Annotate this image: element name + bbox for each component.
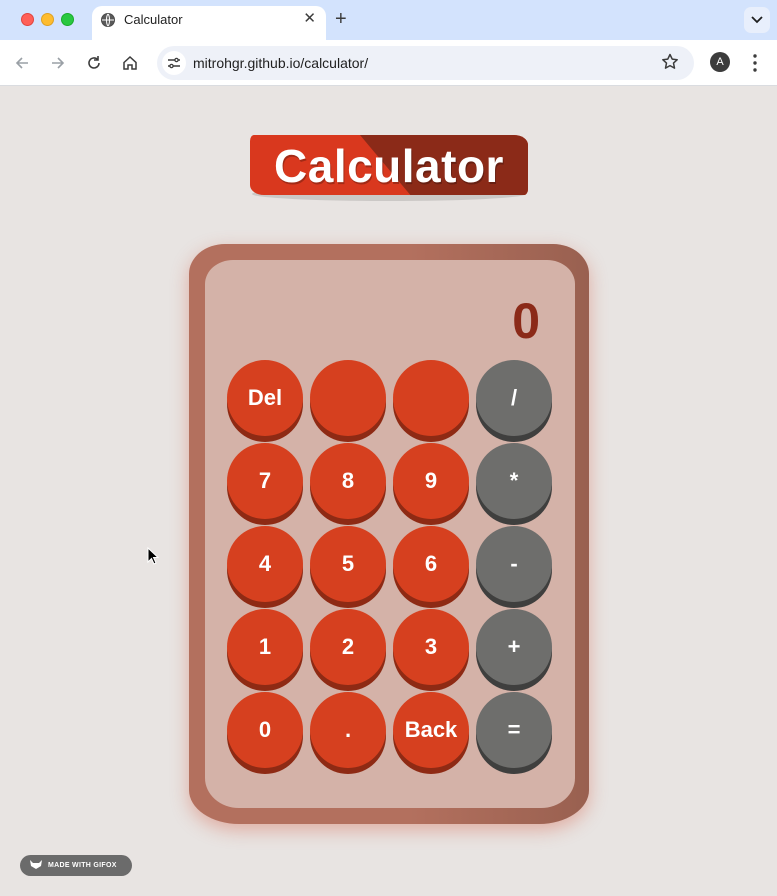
equals-key[interactable]: =	[476, 692, 552, 774]
subtract-key[interactable]: -	[476, 526, 552, 608]
url-text: mitrohgr.github.io/calculator/	[193, 55, 369, 71]
key-label: 3	[393, 609, 469, 685]
divide-key[interactable]: /	[476, 360, 552, 442]
profile-avatar[interactable]: A	[710, 52, 730, 72]
maximize-window-button[interactable]	[61, 13, 74, 26]
globe-icon	[101, 13, 115, 27]
browser-tab-strip: Calculator ✕ +	[0, 0, 777, 40]
address-bar[interactable]: mitrohgr.github.io/calculator/	[157, 46, 694, 80]
watermark-text: MADE WITH GIFOX	[48, 862, 117, 869]
minimize-window-button[interactable]	[41, 13, 54, 26]
key-label: *	[476, 443, 552, 519]
key-label: 6	[393, 526, 469, 602]
more-menu-icon[interactable]	[745, 52, 765, 74]
key-label: 9	[393, 443, 469, 519]
fox-icon	[29, 859, 43, 872]
digit-4-key[interactable]: 4	[227, 526, 303, 608]
key-label: +	[476, 609, 552, 685]
tab-search-button[interactable]	[744, 7, 770, 33]
blank-key-1[interactable]	[310, 360, 386, 442]
key-label: 2	[310, 609, 386, 685]
site-settings-icon[interactable]	[162, 51, 186, 75]
key-label: 7	[227, 443, 303, 519]
digit-8-key[interactable]: 8	[310, 443, 386, 525]
digit-5-key[interactable]: 5	[310, 526, 386, 608]
key-label: /	[476, 360, 552, 436]
chevron-down-icon	[751, 16, 763, 24]
close-tab-icon[interactable]: ✕	[303, 9, 316, 27]
home-icon[interactable]	[119, 52, 141, 74]
digit-2-key[interactable]: 2	[310, 609, 386, 691]
gifox-watermark: MADE WITH GIFOX	[20, 855, 132, 876]
blank-key-2[interactable]	[393, 360, 469, 442]
key-label	[393, 360, 469, 436]
key-label: =	[476, 692, 552, 768]
key-label: .	[310, 692, 386, 768]
forward-arrow-icon[interactable]	[47, 52, 69, 74]
key-label: Del	[227, 360, 303, 436]
add-key[interactable]: +	[476, 609, 552, 691]
mouse-cursor-icon	[147, 546, 160, 570]
key-label	[310, 360, 386, 436]
digit-0-key[interactable]: 0	[227, 692, 303, 774]
close-window-button[interactable]	[21, 13, 34, 26]
key-label: Back	[393, 692, 469, 768]
browser-tab[interactable]: Calculator ✕	[92, 6, 326, 40]
digit-9-key[interactable]: 9	[393, 443, 469, 525]
key-label: 0	[227, 692, 303, 768]
digit-1-key[interactable]: 1	[227, 609, 303, 691]
calculator-display: 0	[512, 293, 540, 349]
decimal-key[interactable]: .	[310, 692, 386, 774]
reload-icon[interactable]	[83, 52, 105, 74]
bookmark-star-icon[interactable]	[660, 52, 680, 72]
back-arrow-icon[interactable]	[11, 52, 33, 74]
calculator-banner: Calculator	[250, 135, 530, 201]
digit-6-key[interactable]: 6	[393, 526, 469, 608]
delete-key[interactable]: Del	[227, 360, 303, 442]
backspace-key[interactable]: Back	[393, 692, 469, 774]
page-title: Calculator	[274, 140, 504, 192]
digit-3-key[interactable]: 3	[393, 609, 469, 691]
new-tab-icon[interactable]: +	[335, 6, 347, 32]
key-label: 1	[227, 609, 303, 685]
browser-toolbar: mitrohgr.github.io/calculator/ A	[0, 40, 777, 86]
multiply-key[interactable]: *	[476, 443, 552, 525]
key-label: 8	[310, 443, 386, 519]
key-label: 4	[227, 526, 303, 602]
key-label: -	[476, 526, 552, 602]
tab-title: Calculator	[124, 12, 183, 27]
key-label: 5	[310, 526, 386, 602]
digit-7-key[interactable]: 7	[227, 443, 303, 525]
